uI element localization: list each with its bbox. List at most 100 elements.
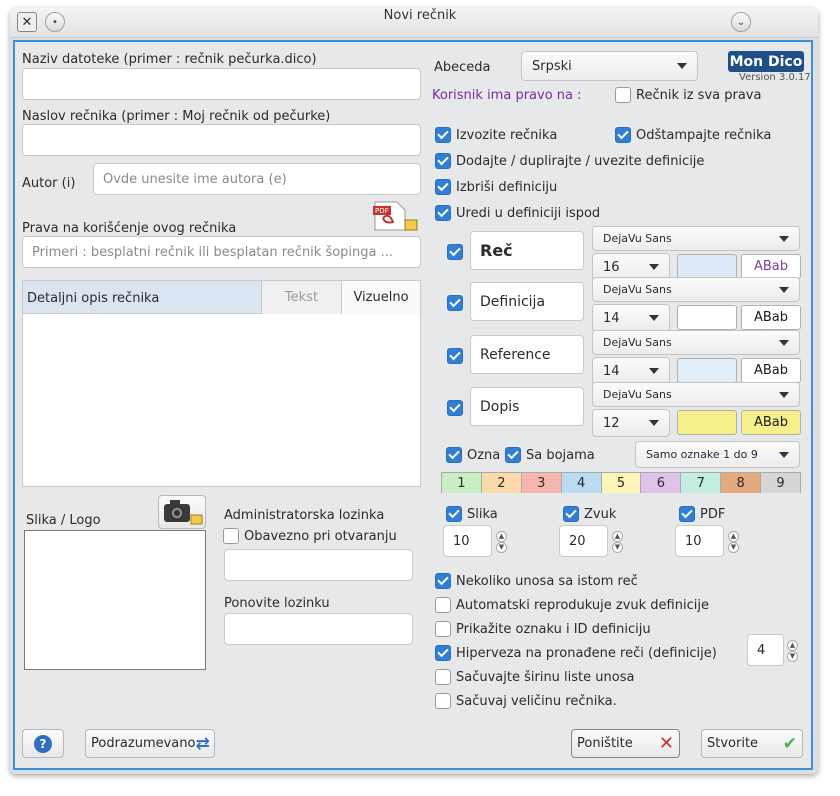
size-select-value: 14 xyxy=(603,363,620,379)
autoplay-checkbox[interactable] xyxy=(435,597,451,613)
marks-checkbox[interactable] xyxy=(446,447,462,463)
app-icon[interactable]: ✕ xyxy=(17,12,37,32)
export-label: Izvozite rečnika xyxy=(456,127,558,143)
text-color-sample[interactable]: ABab xyxy=(741,358,801,383)
colors-checkbox[interactable] xyxy=(505,447,521,463)
multi-checkbox[interactable] xyxy=(435,573,451,589)
chevron-down-icon xyxy=(649,420,659,426)
pdf-row: PDF xyxy=(679,506,725,522)
zvuk-stepper[interactable]: ▲ ▼ xyxy=(612,531,623,553)
filename-input[interactable] xyxy=(22,68,421,100)
create-button[interactable]: Stvorite ✔ xyxy=(701,729,803,758)
color-mark-4[interactable]: 4 xyxy=(561,473,602,493)
font-select-value: DejaVu Sans xyxy=(603,388,672,401)
title-input[interactable] xyxy=(22,124,421,156)
add-checkbox[interactable] xyxy=(435,153,451,169)
color-mark-1[interactable]: 1 xyxy=(442,473,482,493)
field-name-box[interactable]: Dopis xyxy=(470,387,584,426)
create-label: Stvorite xyxy=(707,736,759,751)
description-editor[interactable] xyxy=(23,315,420,486)
pdf-stepper[interactable]: ▲ ▼ xyxy=(728,531,739,553)
all-rights-checkbox[interactable] xyxy=(615,87,631,103)
marks-select[interactable]: Samo oznake 1 do 9 xyxy=(635,441,800,468)
zvuk-row: Zvuk xyxy=(563,506,616,522)
size-select[interactable]: 12 xyxy=(592,409,670,437)
font-select-value: DejaVu Sans xyxy=(603,283,672,296)
image-preview[interactable] xyxy=(24,530,206,670)
field-name-box[interactable]: Definicija xyxy=(470,282,584,321)
slika-spinbox[interactable]: 10 xyxy=(443,525,492,557)
field-checkbox[interactable] xyxy=(447,348,463,364)
size-select[interactable]: 14 xyxy=(592,357,670,385)
font-select[interactable]: DejaVu Sans xyxy=(592,226,800,251)
rights-input[interactable]: Primeri : besplatni rečnik ili besplatan… xyxy=(22,236,421,268)
font-select[interactable]: DejaVu Sans xyxy=(592,382,800,407)
tab-visual[interactable]: Vizuelno xyxy=(341,281,420,314)
window-title: Novi rečnik xyxy=(383,8,457,23)
field-checkbox[interactable] xyxy=(447,295,463,311)
background-color-swatch[interactable] xyxy=(677,410,737,435)
edit-label: Uredi u definiciji ispod xyxy=(456,205,601,221)
pdf-checkbox[interactable] xyxy=(679,506,695,522)
marks-label: Ozna xyxy=(467,447,501,463)
print-checkbox[interactable] xyxy=(615,127,631,143)
export-checkbox[interactable] xyxy=(435,127,451,143)
background-color-swatch[interactable] xyxy=(677,254,737,279)
zvuk-checkbox[interactable] xyxy=(563,506,579,522)
defaults-button[interactable]: Podrazumevano ⇄ xyxy=(85,729,215,758)
sticky-button[interactable]: • xyxy=(45,12,65,32)
rights-label: Prava na korišćenje ovog rečnika xyxy=(22,221,237,236)
color-mark-6[interactable]: 6 xyxy=(641,473,682,493)
color-mark-8[interactable]: 8 xyxy=(721,473,762,493)
color-mark-3[interactable]: 3 xyxy=(521,473,562,493)
show-id-checkbox[interactable] xyxy=(435,621,451,637)
slika-label: Slika xyxy=(467,506,498,522)
chevron-down-icon xyxy=(779,451,789,458)
pdf-spinbox[interactable]: 10 xyxy=(675,525,724,557)
background-color-swatch[interactable] xyxy=(677,305,737,330)
camera-button[interactable] xyxy=(158,495,206,529)
description-label: Detaljni opis rečnika xyxy=(27,291,160,306)
hyperlink-checkbox[interactable] xyxy=(435,645,451,661)
hyperlink-spinbox[interactable]: 4 xyxy=(747,634,784,666)
delete-checkbox[interactable] xyxy=(435,179,451,195)
alphabet-select[interactable]: Srpski xyxy=(521,51,698,81)
repeat-password-input[interactable] xyxy=(224,613,413,645)
size-select[interactable]: 14 xyxy=(592,304,670,332)
size-select-value: 14 xyxy=(603,310,620,326)
password-input[interactable] xyxy=(224,549,413,581)
multi-row: Nekoliko unosa sa istom reč xyxy=(435,573,638,589)
field-checkbox[interactable] xyxy=(447,244,463,260)
field-name-box[interactable]: Reč xyxy=(470,231,584,270)
save-width-checkbox[interactable] xyxy=(435,669,451,685)
hyperlink-stepper[interactable]: ▲ ▼ xyxy=(787,640,798,662)
text-color-sample[interactable]: ABab xyxy=(741,410,801,435)
color-mark-5[interactable]: 5 xyxy=(601,473,642,493)
collapse-button[interactable]: ⌄ xyxy=(731,12,751,32)
field-checkbox[interactable] xyxy=(447,400,463,416)
edit-checkbox[interactable] xyxy=(435,205,451,221)
slika-stepper[interactable]: ▲ ▼ xyxy=(496,531,507,553)
color-mark-9[interactable]: 9 xyxy=(761,473,801,493)
field-name-box[interactable]: Reference xyxy=(470,335,584,374)
text-color-sample[interactable]: ABab xyxy=(741,305,801,330)
text-color-sample[interactable]: ABab xyxy=(741,254,801,279)
defaults-label: Podrazumevano xyxy=(91,736,196,751)
close-icon: ✕ xyxy=(658,733,674,754)
font-select[interactable]: DejaVu Sans xyxy=(592,330,800,355)
cancel-button[interactable]: Poništite ✕ xyxy=(571,729,680,758)
zvuk-spinbox[interactable]: 20 xyxy=(559,525,608,557)
slika-checkbox[interactable] xyxy=(446,506,462,522)
export-row: Izvozite rečnika xyxy=(435,127,557,143)
color-mark-7[interactable]: 7 xyxy=(681,473,722,493)
save-size-checkbox[interactable] xyxy=(435,693,451,709)
tab-text[interactable]: Tekst xyxy=(261,281,341,314)
color-mark-2[interactable]: 2 xyxy=(481,473,522,493)
pdf-import-icon[interactable]: PDF xyxy=(371,200,419,232)
author-input[interactable]: Ovde unesite ime autora (e) xyxy=(93,163,421,195)
font-select[interactable]: DejaVu Sans xyxy=(592,277,800,302)
chevron-down-icon xyxy=(649,368,659,374)
background-color-swatch[interactable] xyxy=(677,358,737,383)
require-checkbox[interactable] xyxy=(223,528,239,544)
help-button[interactable]: ? xyxy=(22,729,64,758)
